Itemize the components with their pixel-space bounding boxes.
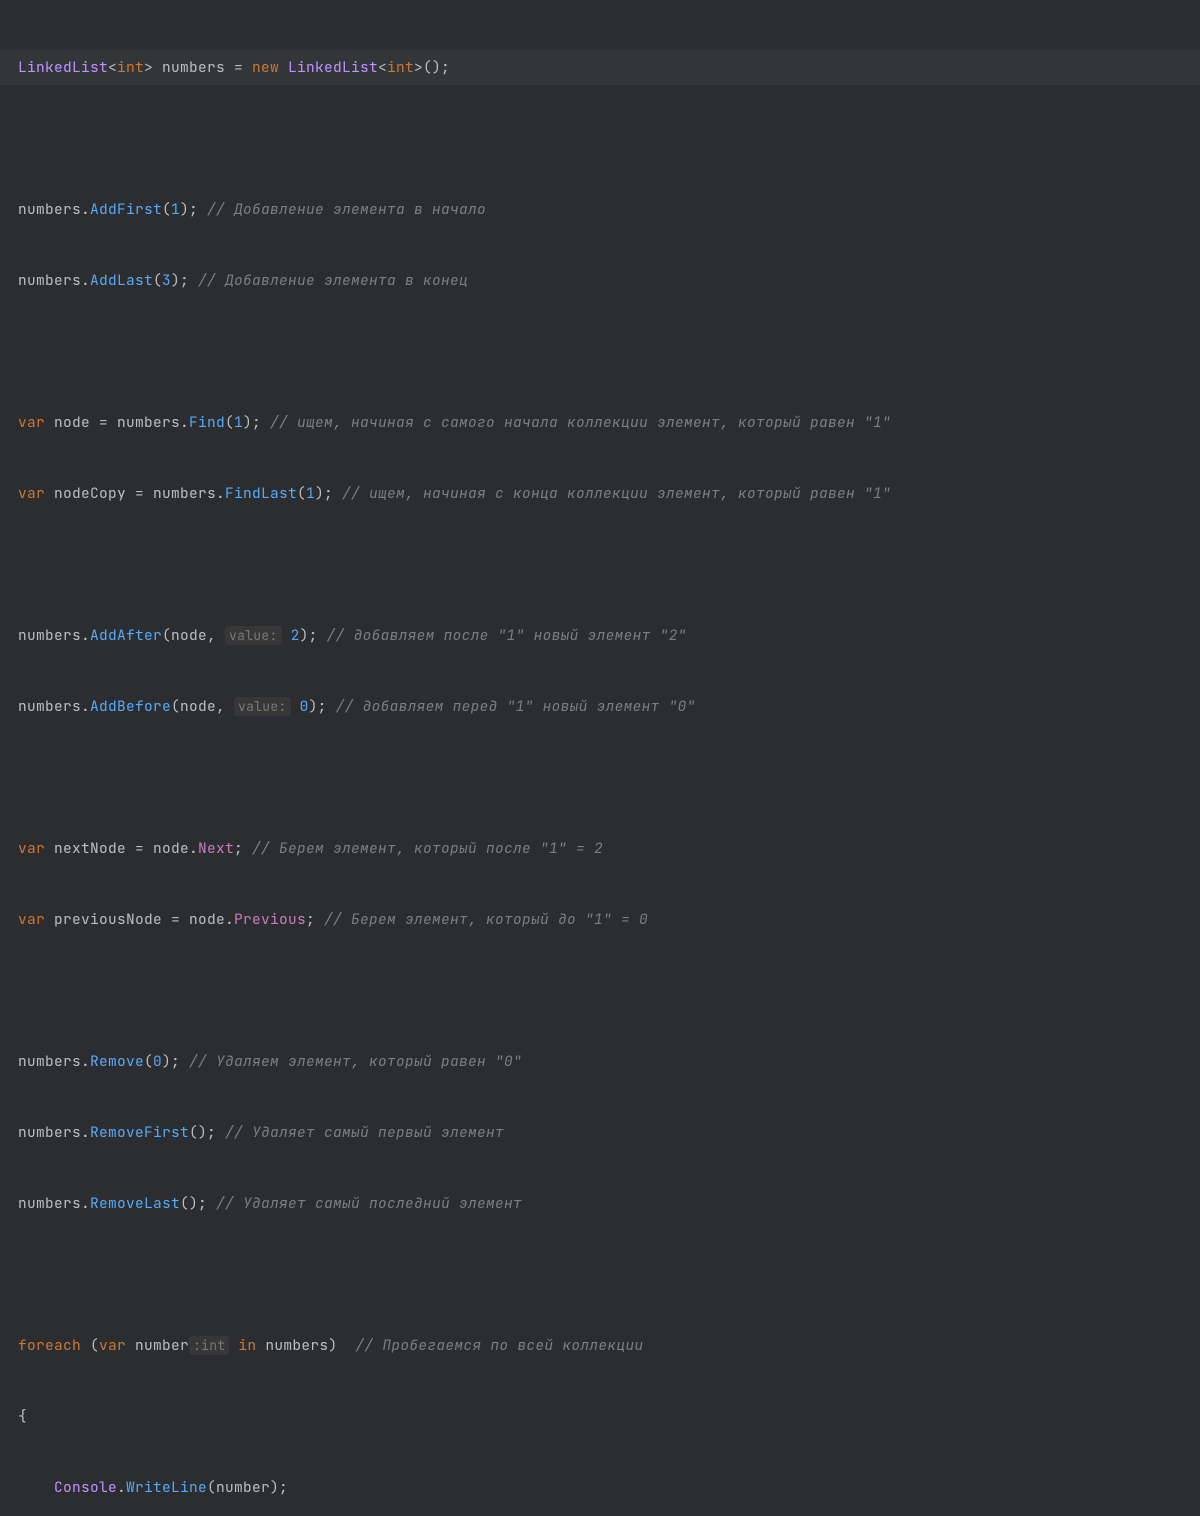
type-param: int bbox=[117, 58, 144, 77]
variable: nodeCopy bbox=[54, 484, 126, 503]
variable: previousNode bbox=[54, 910, 162, 929]
number-literal: 0 bbox=[153, 1052, 162, 1071]
number-literal: 1 bbox=[306, 484, 315, 503]
code-line[interactable]: var nextNode = node.Next; // Берем элеме… bbox=[18, 831, 1200, 867]
object-ref: numbers bbox=[18, 1052, 81, 1071]
comment: // ищем, начиная с самого начала коллекц… bbox=[270, 413, 891, 432]
object-ref: node bbox=[189, 910, 225, 929]
code-line[interactable] bbox=[18, 760, 1200, 796]
comment: // Добавление элемента в начало bbox=[207, 200, 486, 219]
property: Next bbox=[198, 839, 234, 858]
code-line[interactable]: numbers.RemoveLast(); // Удаляет самый п… bbox=[18, 1186, 1200, 1222]
number-literal: 0 bbox=[300, 697, 309, 716]
code-line[interactable] bbox=[18, 121, 1200, 157]
keyword-var: var bbox=[99, 1336, 126, 1355]
argument: number bbox=[216, 1478, 270, 1497]
keyword-foreach: foreach bbox=[18, 1336, 81, 1355]
code-line[interactable]: var previousNode = node.Previous; // Бер… bbox=[18, 902, 1200, 938]
code-line[interactable]: numbers.AddAfter(node, value: 2); // доб… bbox=[18, 618, 1200, 654]
method-call: AddFirst bbox=[90, 200, 162, 219]
comment: // добавляем перед "1" новый элемент "0" bbox=[336, 697, 696, 716]
code-line[interactable]: numbers.RemoveFirst(); // Удаляет самый … bbox=[18, 1115, 1200, 1151]
code-line[interactable]: numbers.AddFirst(1); // Добавление элеме… bbox=[18, 192, 1200, 228]
method-call: AddBefore bbox=[90, 697, 171, 716]
code-line[interactable] bbox=[18, 973, 1200, 1009]
code-line[interactable]: numbers.AddBefore(node, value: 0); // до… bbox=[18, 689, 1200, 725]
comment: // Удаляет самый первый элемент bbox=[225, 1123, 504, 1142]
type-name: LinkedList bbox=[18, 58, 108, 77]
parameter-hint: value: bbox=[234, 697, 291, 716]
object-ref: numbers bbox=[18, 1123, 81, 1142]
code-line[interactable]: numbers.AddLast(3); // Добавление элемен… bbox=[18, 263, 1200, 299]
comment: // Добавление элемента в конец bbox=[198, 271, 468, 290]
code-line[interactable]: foreach (var number:int in numbers) // П… bbox=[18, 1328, 1200, 1364]
variable: numbers bbox=[162, 58, 225, 77]
parameter-hint: value: bbox=[225, 626, 282, 645]
code-line[interactable]: Console.WriteLine(number); bbox=[18, 1470, 1200, 1506]
argument: node bbox=[171, 626, 207, 645]
class-ref: Console bbox=[54, 1478, 117, 1497]
method-call: Find bbox=[189, 413, 225, 432]
comment: // добавляем после "1" новый элемент "2" bbox=[327, 626, 687, 645]
method-call: RemoveLast bbox=[90, 1194, 180, 1213]
property: Previous bbox=[234, 910, 306, 929]
method-call: WriteLine bbox=[126, 1478, 207, 1497]
object-ref: node bbox=[153, 839, 189, 858]
type-hint: :int bbox=[189, 1336, 229, 1355]
comment: // Удаляем элемент, который равен "0" bbox=[189, 1052, 522, 1071]
object-ref: numbers bbox=[18, 626, 81, 645]
object-ref: numbers bbox=[18, 200, 81, 219]
code-line[interactable] bbox=[18, 547, 1200, 583]
keyword-new: new bbox=[252, 58, 279, 77]
method-call: AddAfter bbox=[90, 626, 162, 645]
keyword-in: in bbox=[238, 1336, 256, 1355]
argument: node bbox=[180, 697, 216, 716]
comment: // Берем элемент, который после "1" = 2 bbox=[252, 839, 603, 858]
comment: // Удаляет самый последний элемент bbox=[216, 1194, 522, 1213]
method-call: Remove bbox=[90, 1052, 144, 1071]
number-literal: 1 bbox=[171, 200, 180, 219]
number-literal: 1 bbox=[234, 413, 243, 432]
type-param: int bbox=[387, 58, 414, 77]
variable: node bbox=[54, 413, 90, 432]
object-ref: numbers bbox=[18, 697, 81, 716]
collection-ref: numbers bbox=[265, 1336, 328, 1355]
code-line[interactable]: LinkedList<int> numbers = new LinkedList… bbox=[0, 50, 1200, 86]
variable: nextNode bbox=[54, 839, 126, 858]
object-ref: numbers bbox=[18, 1194, 81, 1213]
variable: number bbox=[135, 1336, 189, 1355]
code-editor[interactable]: LinkedList<int> numbers = new LinkedList… bbox=[18, 14, 1200, 1516]
code-line[interactable] bbox=[18, 334, 1200, 370]
keyword-var: var bbox=[18, 413, 45, 432]
comment: // ищем, начиная с конца коллекции элеме… bbox=[342, 484, 891, 503]
code-line[interactable]: var nodeCopy = numbers.FindLast(1); // и… bbox=[18, 476, 1200, 512]
object-ref: numbers bbox=[117, 413, 180, 432]
method-call: RemoveFirst bbox=[90, 1123, 189, 1142]
number-literal: 3 bbox=[162, 271, 171, 290]
code-line[interactable]: { bbox=[18, 1399, 1200, 1435]
keyword-var: var bbox=[18, 839, 45, 858]
code-line[interactable]: numbers.Remove(0); // Удаляем элемент, к… bbox=[18, 1044, 1200, 1080]
method-call: FindLast bbox=[225, 484, 297, 503]
number-literal: 2 bbox=[291, 626, 300, 645]
object-ref: numbers bbox=[153, 484, 216, 503]
keyword-var: var bbox=[18, 910, 45, 929]
type-name: LinkedList bbox=[288, 58, 378, 77]
code-line[interactable]: var node = numbers.Find(1); // ищем, нач… bbox=[18, 405, 1200, 441]
method-call: AddLast bbox=[90, 271, 153, 290]
brace-open: { bbox=[18, 1407, 27, 1426]
keyword-var: var bbox=[18, 484, 45, 503]
object-ref: numbers bbox=[18, 271, 81, 290]
comment: // Берем элемент, который до "1" = 0 bbox=[324, 910, 648, 929]
code-line[interactable] bbox=[18, 1257, 1200, 1293]
comment: // Пробегаемся по всей коллекции bbox=[355, 1336, 643, 1355]
